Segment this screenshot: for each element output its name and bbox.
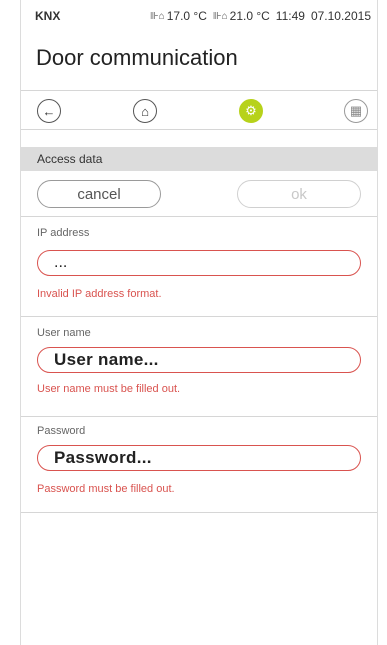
username-label: User name bbox=[37, 327, 91, 339]
page-title: Door communication bbox=[36, 45, 238, 70]
rooms-button[interactable]: ▦ bbox=[344, 99, 368, 123]
ip-address-label: IP address bbox=[37, 227, 90, 239]
status-bar: KNX ⊪⌂ 17.0 °C ⊪⌂ 21.0 °C 11:49 07.10.20… bbox=[21, 8, 377, 28]
grid-icon: ▦ bbox=[349, 103, 363, 118]
outside-temp: 17.0 °C bbox=[166, 9, 207, 23]
password-input[interactable]: Password... bbox=[37, 445, 361, 471]
action-row: cancel ok bbox=[21, 171, 377, 217]
username-input[interactable]: User name... bbox=[37, 347, 361, 373]
date: 07.10.2015 bbox=[310, 9, 371, 23]
username-error: User name must be filled out. bbox=[37, 383, 181, 395]
frame-right-border bbox=[377, 0, 378, 645]
gear-icon: ⚙ bbox=[245, 103, 257, 118]
ip-address-error: Invalid IP address format. bbox=[37, 288, 162, 300]
status-readouts: ⊪⌂ 17.0 °C ⊪⌂ 21.0 °C 11:49 07.10.2015 bbox=[144, 9, 371, 23]
section-header: Access data bbox=[21, 147, 377, 171]
ip-address-input[interactable]: ... bbox=[37, 250, 361, 276]
settings-button[interactable]: ⚙ bbox=[239, 99, 263, 123]
cancel-button[interactable]: cancel bbox=[37, 180, 161, 208]
app: KNX ⊪⌂ 17.0 °C ⊪⌂ 21.0 °C 11:49 07.10.20… bbox=[0, 0, 387, 645]
arrow-left-icon: ← bbox=[42, 103, 56, 119]
inside-temp-icon: ⊪⌂ bbox=[212, 10, 228, 22]
password-group: Password Password... Password must be fi… bbox=[21, 417, 377, 513]
nav-bar: ← ⌂ ⚙ ▦ bbox=[21, 90, 377, 130]
brand-label: KNX bbox=[35, 9, 61, 23]
outside-temp-icon: ⊪⌂ bbox=[149, 10, 165, 22]
home-icon: ⌂ bbox=[141, 103, 149, 119]
password-label: Password bbox=[37, 425, 86, 437]
clock: 11:49 bbox=[275, 9, 305, 23]
back-button[interactable]: ← bbox=[37, 99, 61, 123]
ok-button[interactable]: ok bbox=[237, 180, 361, 208]
password-error: Password must be filled out. bbox=[37, 483, 175, 495]
home-button[interactable]: ⌂ bbox=[133, 99, 157, 123]
ip-address-group: IP address ... Invalid IP address format… bbox=[21, 217, 377, 317]
inside-temp: 21.0 °C bbox=[229, 9, 270, 23]
username-group: User name User name... User name must be… bbox=[21, 317, 377, 417]
